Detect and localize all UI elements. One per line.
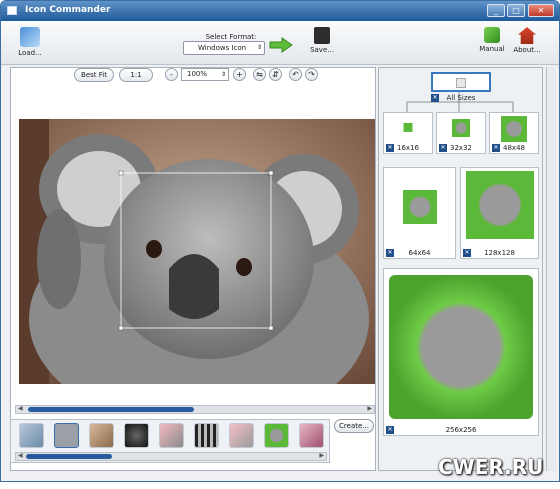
chevron-updown-icon: ⇕ — [256, 44, 262, 51]
watermark: CWER.RU — [438, 455, 544, 479]
window-title: Icon Commander — [25, 5, 111, 15]
thumbnail-item[interactable] — [54, 423, 79, 448]
all-sizes-card[interactable] — [431, 72, 491, 92]
size-card-footer: ✕ 256x256 — [384, 425, 538, 435]
scroll-left-icon[interactable]: ◀ — [18, 405, 23, 412]
koala-icon — [501, 116, 527, 142]
maximize-button[interactable]: □ — [507, 4, 525, 17]
thumbnail-item[interactable] — [89, 423, 114, 448]
manual-book-icon — [484, 27, 500, 43]
zoom-value: 100% — [187, 70, 208, 78]
checkbox-icon[interactable]: ✕ — [386, 144, 394, 152]
load-label: Load... — [18, 49, 42, 57]
select-format-label: Select Format: — [205, 33, 257, 41]
koala-icon — [402, 190, 437, 224]
koala-icon — [403, 123, 413, 132]
size-card-64[interactable]: ✕ 64x64 — [383, 167, 456, 259]
thumbnail-item[interactable] — [194, 423, 219, 448]
floppy-disk-icon — [314, 27, 330, 44]
minimize-button[interactable]: _ — [487, 4, 505, 17]
size-label: 64x64 — [408, 249, 431, 257]
scroll-left-icon[interactable]: ◀ — [18, 452, 23, 459]
checkbox-icon[interactable]: ✕ — [386, 249, 394, 257]
format-select[interactable]: Windows Icon ⇕ — [183, 41, 265, 55]
editor-panel: Best Fit 1:1 - 100% ⇕ + ⇋ ⇵ ↶ ↷ ◀ ▶ — [10, 67, 376, 471]
sizes-panel: ✕ All Sizes ✕ 16x16 ✕ 32x32 ✕ 48x48 ✕ 64x64 … — [378, 67, 543, 471]
thumbnail-item[interactable] — [124, 423, 149, 448]
thumbnail-item[interactable] — [299, 423, 324, 448]
size-card-footer: ✕ 128x128 — [461, 248, 538, 258]
canvas-horizontal-scrollbar[interactable]: ◀ ▶ — [15, 405, 375, 414]
chevron-updown-icon: ⇕ — [220, 71, 226, 78]
app-icon — [7, 6, 17, 15]
save-label: Save... — [310, 46, 334, 54]
zoom-in-button[interactable]: + — [233, 68, 246, 81]
koala-icon — [389, 275, 533, 419]
about-label: About... — [513, 46, 541, 54]
about-button[interactable]: About... — [511, 27, 543, 54]
size-card-48[interactable]: ✕ 48x48 — [489, 112, 539, 154]
size-card-128[interactable]: ✕ 128x128 — [460, 167, 539, 259]
zoom-controls: Best Fit 1:1 - 100% ⇕ + ⇋ ⇵ ↶ ↷ — [11, 68, 375, 85]
checkbox-icon[interactable]: ✕ — [386, 426, 394, 434]
all-sizes-row: ✕ All Sizes — [431, 93, 491, 103]
size-card-footer: ✕ 64x64 — [384, 248, 455, 258]
create-button[interactable]: Create... — [334, 419, 374, 433]
thumbnail-strip: ◀ ▶ — [10, 419, 330, 463]
size-label: 128x128 — [484, 249, 515, 257]
size-card-16[interactable]: ✕ 16x16 — [383, 112, 433, 154]
toolbar: Load... Select Format: Windows Icon ⇕ Sa… — [1, 21, 559, 65]
size-label: 32x32 — [450, 144, 472, 152]
thumbnails-scrollbar[interactable]: ◀ ▶ — [15, 452, 327, 461]
arrow-right-icon — [269, 37, 293, 53]
scroll-right-icon[interactable]: ▶ — [367, 405, 372, 412]
save-button[interactable]: Save... — [307, 27, 337, 54]
page-icon — [456, 78, 466, 88]
image-canvas[interactable] — [19, 119, 375, 384]
app-window: Icon Commander _ □ ✕ Load... Select Form… — [0, 0, 560, 482]
actual-size-button[interactable]: 1:1 — [119, 68, 153, 82]
size-label: 16x16 — [397, 144, 419, 152]
zoom-input[interactable]: 100% ⇕ — [181, 68, 229, 81]
manual-button[interactable]: Manual — [477, 27, 507, 53]
checkbox-icon[interactable]: ✕ — [492, 144, 500, 152]
zoom-out-button[interactable]: - — [165, 68, 178, 81]
scroll-right-icon[interactable]: ▶ — [319, 452, 324, 459]
scrollbar-thumb[interactable] — [28, 407, 194, 412]
manual-label: Manual — [479, 45, 505, 53]
flip-horizontal-icon[interactable]: ⇋ — [253, 68, 266, 81]
size-label: 256x256 — [445, 426, 477, 434]
title-bar: Icon Commander _ □ ✕ — [1, 1, 559, 21]
thumbnail-item[interactable] — [19, 423, 44, 448]
all-sizes-label: All Sizes — [446, 94, 476, 102]
checkbox-icon[interactable]: ✕ — [463, 249, 471, 257]
checkbox-icon[interactable]: ✕ — [431, 94, 439, 102]
load-button[interactable]: Load... — [15, 27, 45, 57]
sizes-vertical-scrollbar[interactable] — [546, 67, 556, 471]
koala-icon — [465, 171, 534, 239]
rotate-right-icon[interactable]: ↷ — [305, 68, 318, 81]
format-select-value: Windows Icon — [198, 44, 247, 52]
rotate-left-icon[interactable]: ↶ — [289, 68, 302, 81]
size-card-32[interactable]: ✕ 32x32 — [436, 112, 486, 154]
thumbnail-item[interactable] — [264, 423, 289, 448]
size-card-footer: ✕ 16x16 — [384, 143, 432, 153]
best-fit-button[interactable]: Best Fit — [74, 68, 114, 82]
size-card-256[interactable]: ✕ 256x256 — [383, 268, 539, 436]
flip-vertical-icon[interactable]: ⇵ — [269, 68, 282, 81]
thumbnail-item[interactable] — [159, 423, 184, 448]
load-icon — [20, 27, 40, 47]
thumbnail-item[interactable] — [229, 423, 254, 448]
size-card-footer: ✕ 32x32 — [437, 143, 485, 153]
koala-icon — [452, 119, 470, 137]
scrollbar-thumb[interactable] — [26, 454, 112, 459]
size-label: 48x48 — [503, 144, 525, 152]
koala-photo — [19, 119, 375, 384]
home-icon — [518, 27, 536, 44]
size-card-footer: ✕ 48x48 — [490, 143, 538, 153]
close-button[interactable]: ✕ — [528, 4, 554, 17]
checkbox-icon[interactable]: ✕ — [439, 144, 447, 152]
